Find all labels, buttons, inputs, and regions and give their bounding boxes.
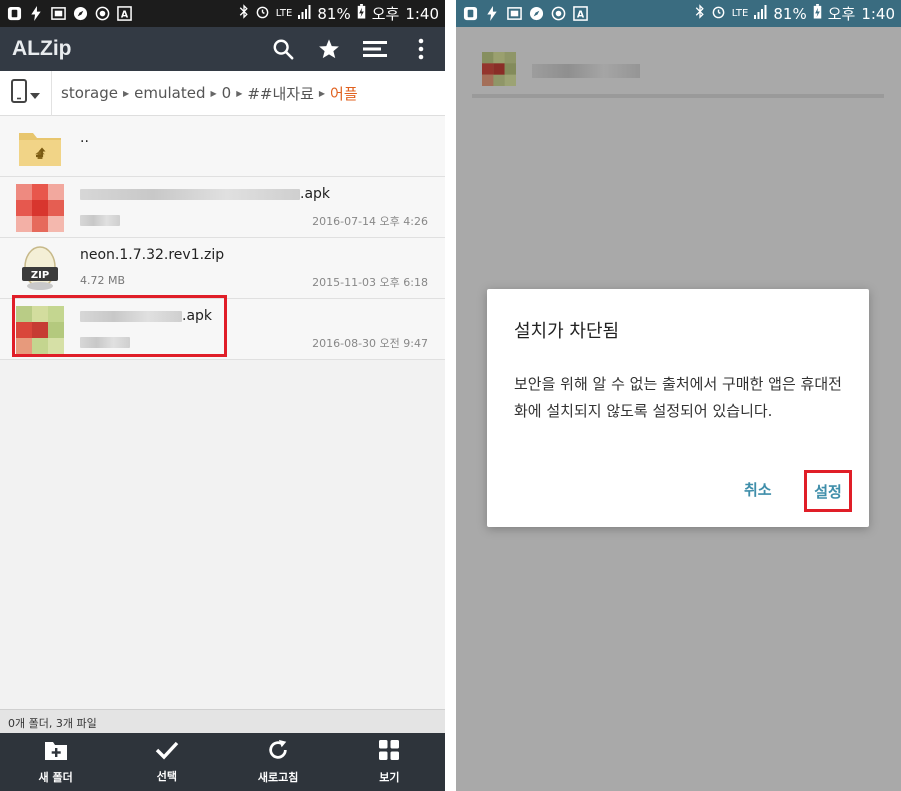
app-circle-icon xyxy=(94,6,110,22)
chevron-down-icon xyxy=(30,84,40,103)
apk-app-icon xyxy=(482,52,516,86)
refresh-icon xyxy=(267,739,289,764)
file-size xyxy=(80,213,120,226)
file-date: 2015-11-03 오후 6:18 xyxy=(312,276,428,289)
svg-text:A: A xyxy=(120,10,128,21)
phone-icon xyxy=(11,79,27,107)
alarm-icon xyxy=(711,4,726,23)
more-vert-icon[interactable] xyxy=(409,37,433,61)
folder-file-summary: 0개 폴더, 3개 파일 xyxy=(0,709,445,733)
battery-percent: 81% xyxy=(773,4,807,23)
signal-icon xyxy=(754,4,767,23)
file-extension: .apk xyxy=(300,186,331,202)
list-item[interactable]: .. xyxy=(0,116,445,177)
status-time: 1:40 xyxy=(861,4,895,23)
file-name: neon.1.7.32.rev1.zip xyxy=(80,247,225,263)
file-name: .. xyxy=(80,130,89,146)
select-label: 선택 xyxy=(156,770,177,783)
bottom-toolbar: 새 폴더 선택 새로고침 보기 xyxy=(0,733,445,791)
path-bar: storage ▶ emulated ▶ 0 ▶ ##내자료 ▶ 어플 xyxy=(0,70,445,116)
installer-app-header xyxy=(472,50,884,98)
crumb-mydata[interactable]: ##내자료 xyxy=(247,83,314,104)
view-label: 보기 xyxy=(379,771,400,784)
crumb-emulated[interactable]: emulated xyxy=(134,84,205,102)
svg-text:A: A xyxy=(576,10,584,21)
search-icon[interactable] xyxy=(271,37,295,61)
signal-icon xyxy=(298,4,311,23)
grid-view-icon xyxy=(378,739,400,764)
crumb-separator-icon: ▶ xyxy=(236,88,243,98)
bluetooth-icon xyxy=(695,4,705,23)
view-button[interactable]: 보기 xyxy=(334,733,445,791)
new-folder-icon xyxy=(44,739,68,764)
dialog-message: 보안을 위해 알 수 없는 출처에서 구매한 앱은 휴대전화에 설치되지 않도록… xyxy=(514,375,842,420)
battery-percent: 81% xyxy=(317,4,351,23)
file-date: 2016-07-14 오후 4:26 xyxy=(312,215,428,228)
breadcrumb: storage ▶ emulated ▶ 0 ▶ ##내자료 ▶ 어플 xyxy=(52,83,358,104)
crumb-0[interactable]: 0 xyxy=(222,84,232,102)
apk-app-icon xyxy=(16,184,64,232)
alzip-screen: A LTE 81% 오후 1:40 ALZip storage ▶ emulat… xyxy=(0,0,445,791)
status-ampm: 오후 xyxy=(827,5,856,23)
highlight-box xyxy=(12,295,227,357)
install-blocked-dialog: 설치가 차단됨 보안을 위해 알 수 없는 출처에서 구매한 앱은 휴대전화에 … xyxy=(487,289,869,527)
app-notification-icon xyxy=(6,6,22,22)
list-item[interactable]: .apk 2016-07-14 오후 4:26 xyxy=(0,177,445,238)
select-button[interactable]: 선택 xyxy=(111,733,222,791)
network-type: LTE xyxy=(275,8,293,19)
bluetooth-icon xyxy=(239,4,249,23)
storage-selector[interactable] xyxy=(0,70,52,116)
app-notification-icon xyxy=(462,6,478,22)
crumb-storage[interactable]: storage xyxy=(61,84,118,102)
status-ampm: 오후 xyxy=(371,5,400,23)
zip-file-icon: ZIP xyxy=(16,245,64,293)
new-folder-label: 새 폴더 xyxy=(38,771,73,784)
check-icon xyxy=(155,740,179,763)
zip-badge: ZIP xyxy=(31,270,49,281)
app-circle-icon xyxy=(550,6,566,22)
file-date: 2016-08-30 오전 9:47 xyxy=(312,337,428,350)
list-item[interactable]: ZIP neon.1.7.32.rev1.zip 4.72 MB 2015-11… xyxy=(0,238,445,299)
crumb-separator-icon: ▶ xyxy=(318,88,326,98)
star-icon[interactable] xyxy=(317,37,341,61)
a-letter-icon: A xyxy=(116,6,132,22)
dialog-title: 설치가 차단됨 xyxy=(514,321,620,342)
parent-folder-icon xyxy=(16,123,64,171)
status-bar: A LTE 81% 오후 1:40 xyxy=(0,0,445,27)
status-bar: A LTE 81% 오후 1:40 xyxy=(456,0,901,27)
app-title: ALZip xyxy=(12,37,72,60)
refresh-button[interactable]: 새로고침 xyxy=(223,733,334,791)
app-header: ALZip xyxy=(0,27,445,71)
new-folder-button[interactable]: 새 폴더 xyxy=(0,733,111,791)
compass-icon xyxy=(72,6,88,22)
settings-button[interactable]: 설정 xyxy=(804,470,852,512)
network-type: LTE xyxy=(731,8,749,19)
alarm-icon xyxy=(255,4,270,23)
battery-icon xyxy=(813,4,822,23)
menu-icon[interactable] xyxy=(363,37,387,61)
status-time: 1:40 xyxy=(405,4,439,23)
refresh-label: 새로고침 xyxy=(257,771,299,784)
compass-icon xyxy=(528,6,544,22)
screenshot-icon xyxy=(50,6,66,22)
file-name: .apk xyxy=(80,186,330,202)
installer-app-name xyxy=(532,64,640,78)
file-size: 4.72 MB xyxy=(80,274,126,287)
crumb-current[interactable]: 어플 xyxy=(330,83,358,104)
crumb-separator-icon: ▶ xyxy=(122,88,130,98)
battery-icon xyxy=(357,4,366,23)
settings-button-label: 설정 xyxy=(814,482,842,501)
charging-bolt-icon xyxy=(484,6,500,22)
install-blocked-screen: A LTE 81% 오후 1:40 설치가 차단됨 보안을 위해 알 수 없는 … xyxy=(456,0,901,791)
charging-bolt-icon xyxy=(28,6,44,22)
a-letter-icon: A xyxy=(572,6,588,22)
cancel-button[interactable]: 취소 xyxy=(744,479,772,500)
crumb-separator-icon: ▶ xyxy=(210,88,217,98)
screenshot-icon xyxy=(506,6,522,22)
